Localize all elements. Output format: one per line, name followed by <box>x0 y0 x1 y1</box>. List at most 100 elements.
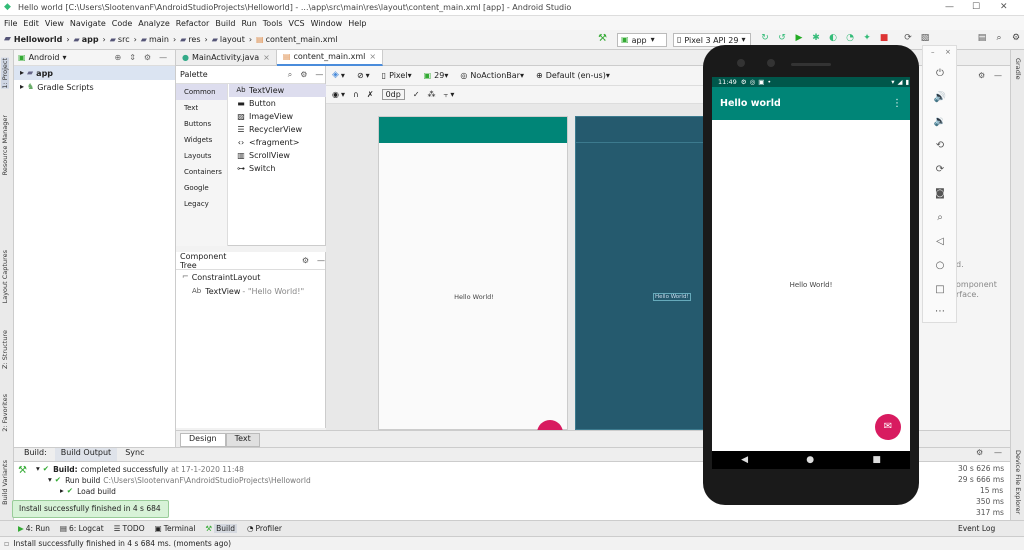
tool-profiler[interactable]: Profiler <box>256 524 282 533</box>
preview-hello-text[interactable]: Hello World! <box>379 293 569 301</box>
hide-icon[interactable]: — <box>159 53 167 62</box>
tree-node-constraintlayout[interactable]: ⌐ ConstraintLayout <box>176 270 325 284</box>
magic-wand-icon[interactable]: ⁂ <box>428 90 436 99</box>
breadcrumb-app[interactable]: app <box>82 35 99 44</box>
tab-content-main[interactable]: ▤ content_main.xml × <box>276 49 384 66</box>
magnet-icon[interactable]: ∩ <box>353 90 359 99</box>
settings-icon[interactable]: ⚙ <box>144 53 151 62</box>
overview-icon[interactable]: □ <box>933 284 947 298</box>
tree-node-textview[interactable]: Ab TextView - "Hello World!" <box>176 284 325 298</box>
email-fab[interactable]: ✉ <box>875 414 901 440</box>
rotate-left-icon[interactable]: ⟲ <box>933 140 947 154</box>
settings-icon[interactable]: ⚙ <box>976 449 983 457</box>
tool-tab-gradle[interactable]: Gradle <box>1014 58 1022 80</box>
tool-todo[interactable]: TODO <box>122 524 144 533</box>
menu-tools[interactable]: Tools <box>263 19 283 28</box>
design-preview[interactable]: Hello World! <box>378 116 569 446</box>
hide-icon[interactable]: — <box>317 256 325 265</box>
design-canvas[interactable]: Hello World! Hello World! <box>326 104 706 446</box>
build-line[interactable]: ▾ ✔ Build: completed successfully at 17-1-2… <box>36 464 244 474</box>
palette-category[interactable]: Containers <box>176 164 227 180</box>
chevron-down-icon[interactable]: ▾ <box>520 71 524 80</box>
breadcrumb-project[interactable]: Helloworld <box>14 35 62 44</box>
build-line[interactable]: ▸ ✔ Load build <box>60 486 116 496</box>
palette-category[interactable]: Layouts <box>176 148 227 164</box>
maximize-icon[interactable]: ☐ <box>972 2 980 12</box>
eye-icon[interactable]: ◉ <box>332 90 339 99</box>
chevron-down-icon[interactable]: ▾ <box>366 71 370 80</box>
settings-icon[interactable]: ⚙ <box>978 72 985 80</box>
tree-item-app[interactable]: ▸ ▰ app <box>14 66 175 80</box>
phone-screen[interactable]: 11:49 ⚙ ◎ ▣ • ▾ ◢ ▮ Hello world ⋮ Hello … <box>712 77 910 469</box>
expand-icon[interactable]: ▸ <box>60 487 64 495</box>
chevron-down-icon[interactable]: ▾ <box>408 71 412 80</box>
tool-tab-favorites[interactable]: 2: Favorites <box>1 394 9 432</box>
collapse-icon[interactable]: ▾ <box>48 476 52 484</box>
menu-edit[interactable]: Edit <box>23 19 39 28</box>
menu-run[interactable]: Run <box>241 19 256 28</box>
menu-navigate[interactable]: Navigate <box>70 19 106 28</box>
settings-icon[interactable]: ⚙ <box>1010 34 1022 46</box>
blueprint-hello-text[interactable]: Hello World! <box>653 293 691 301</box>
close-icon[interactable]: × <box>945 48 951 56</box>
palette-item-fragment[interactable]: ‹› <fragment> <box>229 136 326 149</box>
home-icon[interactable]: ○ <box>933 260 947 274</box>
tool-tab-build-variants[interactable]: Build Variants <box>1 460 9 505</box>
margin-select[interactable]: 0dp <box>381 89 405 100</box>
blueprint-preview[interactable]: Hello World! <box>575 116 706 430</box>
overflow-menu-icon[interactable]: ⋮ <box>892 98 902 109</box>
rotate-right-icon[interactable]: ⟳ <box>933 164 947 178</box>
tool-tab-project[interactable]: 1: Project <box>1 58 9 89</box>
search-icon[interactable]: ⌕ <box>993 34 1005 46</box>
chevron-down-icon[interactable]: ▾ <box>341 90 345 99</box>
palette-item-imageview[interactable]: ▨ ImageView <box>229 110 326 123</box>
palette-category[interactable]: Legacy <box>176 196 227 212</box>
tree-item-gradle[interactable]: ▸ ♞ Gradle Scripts <box>14 80 175 94</box>
avd-manager-icon[interactable]: ▤ <box>976 34 988 46</box>
power-icon[interactable]: ⏻ <box>933 68 947 82</box>
tool-event-log[interactable]: Event Log <box>958 524 995 533</box>
hammer-icon[interactable]: ⚒ <box>598 34 607 44</box>
run-config-select[interactable]: ▣ app ▾ <box>617 33 667 47</box>
minimize-icon[interactable]: – <box>931 48 935 56</box>
menu-code[interactable]: Code <box>112 19 132 28</box>
menu-file[interactable]: File <box>4 19 17 28</box>
palette-item-scrollview[interactable]: ▥ ScrollView <box>229 149 326 162</box>
menu-view[interactable]: View <box>45 19 64 28</box>
zoom-icon[interactable]: ⌕ <box>933 212 947 226</box>
menu-help[interactable]: Help <box>348 19 366 28</box>
tool-build[interactable]: Build <box>214 524 237 533</box>
hammer-icon[interactable]: ⚒ <box>18 466 27 476</box>
clear-constraints-icon[interactable]: ✗ <box>367 90 374 99</box>
chevron-down-icon[interactable]: ▾ <box>341 71 345 80</box>
palette-item-recyclerview[interactable]: ☰ RecyclerView <box>229 123 326 136</box>
breadcrumb-file[interactable]: content_main.xml <box>266 35 338 44</box>
close-icon[interactable]: ✕ <box>1000 2 1008 12</box>
menu-vcs[interactable]: VCS <box>289 19 305 28</box>
locale-select[interactable]: Default (en-us) <box>546 71 606 80</box>
menu-build[interactable]: Build <box>215 19 235 28</box>
palette-category[interactable]: Buttons <box>176 116 227 132</box>
theme-select[interactable]: NoActionBar <box>470 71 520 80</box>
menu-analyze[interactable]: Analyze <box>138 19 170 28</box>
breadcrumb-res[interactable]: res <box>188 35 200 44</box>
palette-category[interactable]: Widgets <box>176 132 227 148</box>
back-icon[interactable]: ◁ <box>933 236 947 250</box>
tool-tab-resource-manager[interactable]: Resource Manager <box>1 115 9 175</box>
tab-sync[interactable]: Sync <box>119 448 150 461</box>
install-toast[interactable]: Install successfully finished in 4 s 684… <box>12 500 169 529</box>
device-preview-select[interactable]: Pixel <box>389 71 408 80</box>
palette-category[interactable]: Text <box>176 100 227 116</box>
tool-run[interactable]: 4: Run <box>26 524 50 533</box>
api-level-select[interactable]: 29 <box>434 71 444 80</box>
close-icon[interactable]: × <box>263 53 270 62</box>
collapse-icon[interactable]: ⇕ <box>129 53 136 62</box>
globe-icon[interactable]: ⊕ <box>115 53 122 62</box>
hide-icon[interactable]: — <box>315 70 323 79</box>
tab-main-activity[interactable]: ● MainActivity.java × <box>176 49 277 66</box>
palette-item-textview[interactable]: Ab TextView <box>229 84 326 97</box>
expand-icon[interactable]: ▸ <box>20 83 24 91</box>
tool-tab-structure[interactable]: Z: Structure <box>1 330 9 369</box>
settings-icon[interactable]: ⚙ <box>302 256 309 265</box>
palette-category[interactable]: Common <box>176 84 227 100</box>
